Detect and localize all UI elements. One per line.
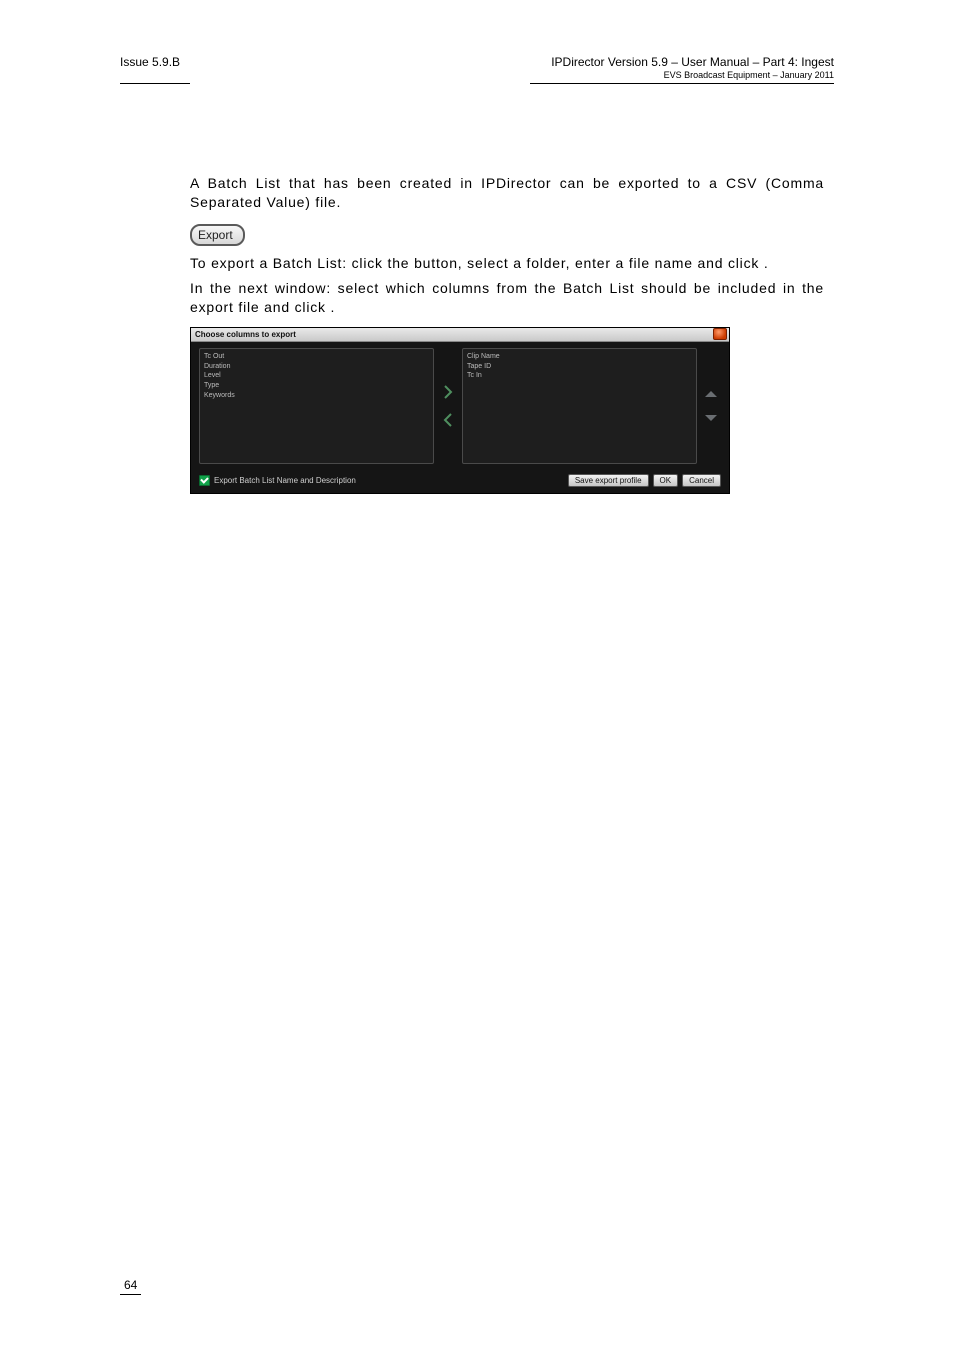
list-item[interactable]: Tc In: [467, 371, 692, 381]
move-left-icon[interactable]: [443, 413, 453, 427]
list-item[interactable]: Tape ID: [467, 362, 692, 372]
paragraph-2: To export a Batch List: click the button…: [190, 254, 824, 273]
header-rule-left: [120, 83, 190, 84]
list-item[interactable]: Keywords: [204, 391, 429, 401]
close-icon[interactable]: [713, 328, 727, 340]
available-columns-list[interactable]: Tc Out Duration Level Type Keywords: [199, 348, 434, 464]
list-item[interactable]: Level: [204, 371, 429, 381]
header-issue: Issue 5.9.B: [120, 55, 180, 69]
list-item[interactable]: Duration: [204, 362, 429, 372]
list-item[interactable]: Clip Name: [467, 352, 692, 362]
export-columns-dialog: Choose columns to export Tc Out Duration…: [190, 327, 730, 494]
move-up-icon[interactable]: [704, 389, 718, 399]
header-rule-right: [530, 83, 834, 84]
paragraph-1: A Batch List that has been created in IP…: [190, 174, 824, 212]
export-name-description-checkbox[interactable]: [199, 475, 210, 486]
move-right-icon[interactable]: [443, 385, 453, 399]
paragraph-3: In the next window: select which columns…: [190, 279, 824, 317]
selected-columns-list[interactable]: Clip Name Tape ID Tc In: [462, 348, 697, 464]
save-export-profile-button[interactable]: Save export profile: [568, 474, 649, 487]
export-button[interactable]: Export: [190, 224, 245, 246]
move-down-icon[interactable]: [704, 413, 718, 423]
page-number: 64: [120, 1278, 141, 1295]
checkbox-label: Export Batch List Name and Description: [214, 476, 356, 485]
export-button-label: Export: [198, 228, 233, 242]
list-item[interactable]: Type: [204, 381, 429, 391]
header-subtitle: EVS Broadcast Equipment – January 2011: [551, 70, 834, 81]
list-item[interactable]: Tc Out: [204, 352, 429, 362]
cancel-button[interactable]: Cancel: [682, 474, 721, 487]
header-title: IPDirector Version 5.9 – User Manual – P…: [551, 55, 834, 70]
dialog-title: Choose columns to export: [195, 330, 296, 339]
dialog-titlebar: Choose columns to export: [191, 328, 729, 342]
ok-button[interactable]: OK: [653, 474, 679, 487]
